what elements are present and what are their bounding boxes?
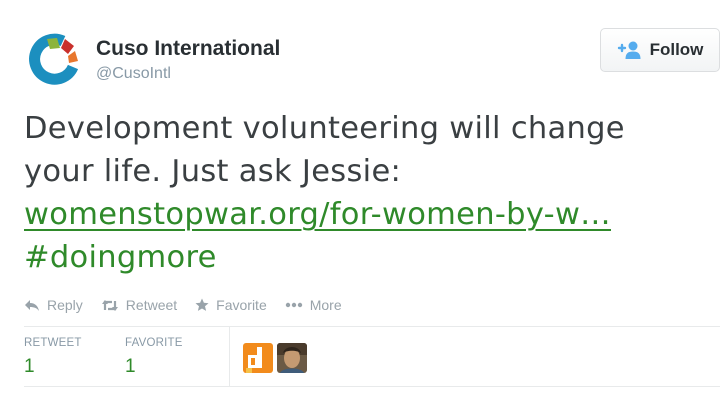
hashtag-link[interactable]: #doingmore: [24, 240, 217, 275]
follow-button[interactable]: Follow: [600, 28, 720, 72]
favorite-button[interactable]: Favorite: [195, 297, 267, 313]
more-label: More: [309, 297, 342, 313]
retweet-stat[interactable]: RETWEET 1: [24, 337, 82, 378]
star-icon: [195, 298, 209, 311]
tweet-line-1: Development volunteering will change: [24, 111, 625, 146]
tweet-link[interactable]: womenstopwar.org/for-women-by-w…: [24, 197, 611, 232]
reply-icon: [25, 299, 39, 311]
tweet-header: Cuso International @CusoIntl Follow: [24, 26, 720, 90]
retweet-stat-label: RETWEET: [24, 337, 82, 349]
favoriters-avatars: [243, 343, 307, 373]
follow-label: Follow: [649, 40, 704, 59]
retweet-count: 1: [24, 356, 35, 377]
tweet-text: Development volunteering will change you…: [24, 107, 714, 279]
reply-button[interactable]: Reply: [24, 297, 83, 313]
retweet-icon: [101, 299, 118, 311]
account-names: Cuso International @CusoIntl: [96, 36, 280, 85]
account-name[interactable]: Cuso International: [96, 36, 280, 62]
more-dots-icon: [285, 302, 302, 308]
favoriter-avatar-photo[interactable]: [277, 343, 307, 373]
favorite-count: 1: [125, 356, 136, 377]
reply-label: Reply: [47, 297, 83, 313]
stats-separator: [229, 327, 230, 386]
account-handle[interactable]: @CusoIntl: [96, 63, 280, 85]
add-user-icon: [617, 41, 641, 59]
stats-bottom-divider: [24, 386, 720, 387]
retweet-label: Retweet: [125, 297, 178, 313]
retweet-button[interactable]: Retweet: [101, 297, 177, 313]
favoriter-avatar-orange[interactable]: [243, 343, 273, 373]
tweet-line-2: your life. Just ask Jessie:: [24, 154, 402, 189]
cuso-logo-avatar[interactable]: [24, 28, 84, 88]
favorite-stat-label: FAVORITE: [125, 337, 183, 349]
tweet-actions: Reply Retweet Favorite More: [24, 294, 360, 316]
more-button[interactable]: More: [285, 297, 342, 313]
favorite-label: Favorite: [216, 297, 267, 313]
favorite-stat[interactable]: FAVORITE 1: [125, 337, 183, 378]
tweet-stats: RETWEET 1 FAVORITE 1: [24, 327, 720, 386]
